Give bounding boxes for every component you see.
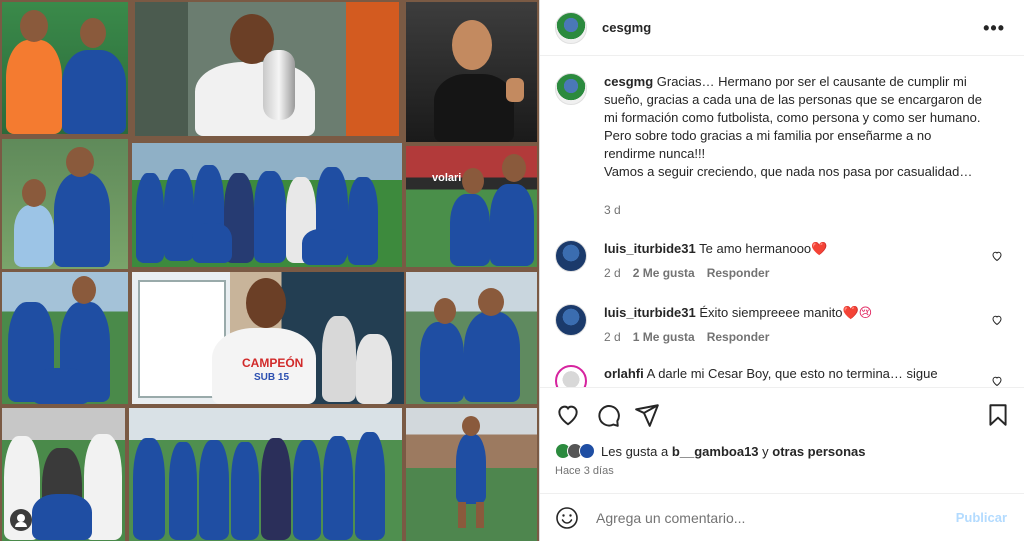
comments-section[interactable]: cesgmg Gracias… Hermano por ser el causa…	[540, 57, 1024, 387]
comment-bubble-icon[interactable]	[595, 402, 621, 428]
photo-tile	[135, 2, 399, 136]
caption-meta: 3 d	[604, 203, 621, 217]
banner-text: volari	[432, 172, 462, 184]
shirt-subtext: SUB 15	[254, 372, 290, 383]
likes-others[interactable]: otras personas	[772, 444, 865, 459]
caption-body: cesgmg Gracias… Hermano por ser el causa…	[604, 73, 984, 181]
post-image-collage[interactable]: volari CAMPEÓN SUB 15	[0, 0, 539, 541]
photo-tile	[132, 143, 402, 267]
comment-composer: Publicar	[540, 493, 1024, 541]
tagged-users-icon[interactable]	[10, 509, 32, 531]
caption-text-3: Vamos a seguir creciendo, que nada nos p…	[604, 164, 973, 179]
comment-username[interactable]: luis_iturbide31	[604, 241, 696, 256]
photo-tile: CAMPEÓN SUB 15	[132, 272, 404, 404]
comment-text: Éxito siempreeee manito	[699, 305, 843, 320]
avatar	[579, 443, 595, 459]
avatar[interactable]	[555, 240, 587, 272]
likes-middle: y	[758, 443, 773, 459]
photo-tile	[2, 272, 128, 404]
emoji-smile-icon[interactable]	[555, 506, 579, 530]
like-comment-heart-icon[interactable]	[991, 314, 1003, 326]
like-comment-heart-icon[interactable]	[991, 375, 1003, 387]
photo-tile	[2, 2, 128, 134]
comment-body: luis_iturbide31 Éxito siempreeee manito❤…	[604, 304, 974, 322]
comment-username[interactable]: luis_iturbide31	[604, 305, 696, 320]
avatar[interactable]	[555, 304, 587, 336]
comment-text: A darle mi Cesar Boy, que esto no termin…	[646, 366, 938, 381]
reply-button[interactable]: Responder	[707, 330, 770, 344]
more-dots-icon[interactable]: •••	[983, 18, 1005, 39]
comment-emoji: ❤️	[811, 241, 828, 256]
photo-tile	[406, 2, 537, 142]
post-header: cesgmg •••	[540, 0, 1024, 56]
caption-username[interactable]: cesgmg	[604, 74, 653, 89]
photo-tile	[406, 272, 537, 404]
comment-input[interactable]	[596, 506, 946, 530]
comment-meta: 2 d 1 Me gusta Responder	[604, 330, 769, 344]
comment-body: orlahfi A darle mi Cesar Boy, que esto n…	[604, 365, 974, 383]
caption-text-2: Pero sobre todo gracias a mi familia por…	[604, 128, 932, 161]
photo-tile: volari	[406, 146, 537, 267]
instagram-post-modal: volari CAMPEÓN SUB 15 cesgmg ••• cesgmg …	[0, 0, 1024, 541]
post-timestamp[interactable]: Hace 3 días	[555, 465, 614, 477]
photo-tile	[2, 139, 128, 269]
comment-emoji: ❤️😢	[842, 305, 873, 320]
comment-age[interactable]: 2 d	[604, 266, 621, 280]
photo-tile	[406, 408, 537, 541]
like-comment-heart-icon[interactable]	[991, 250, 1003, 262]
avatar[interactable]	[555, 12, 587, 44]
comment-body: luis_iturbide31 Te amo hermanooo❤️	[604, 240, 974, 258]
photo-tile	[129, 408, 402, 541]
comment-text: Te amo hermanooo	[699, 241, 812, 256]
post-author-username[interactable]: cesgmg	[602, 20, 651, 35]
share-send-icon[interactable]	[634, 402, 660, 428]
comment-likes[interactable]: 1 Me gusta	[633, 330, 695, 344]
shirt-text: CAMPEÓN	[242, 356, 304, 370]
comment-meta: 2 d 2 Me gusta Responder	[604, 266, 769, 280]
likes-user[interactable]: b__gamboa13	[672, 444, 759, 459]
caption-age[interactable]: 3 d	[604, 203, 621, 217]
comment-username[interactable]: orlahfi	[604, 366, 644, 381]
avatar[interactable]	[555, 73, 587, 105]
comment-age[interactable]: 2 d	[604, 330, 621, 344]
save-bookmark-icon[interactable]	[985, 402, 1011, 428]
post-details-panel: cesgmg ••• cesgmg Gracias… Hermano por s…	[539, 0, 1024, 541]
likes-text: Les gusta a b__gamboa13 y otras personas	[601, 444, 865, 459]
likes-prefix: Les gusta a	[601, 443, 672, 459]
post-actions: Les gusta a b__gamboa13 y otras personas…	[540, 387, 1024, 507]
reply-button[interactable]: Responder	[707, 266, 770, 280]
avatar[interactable]	[555, 365, 587, 387]
caption-text: Gracias… Hermano por ser el causante de …	[604, 74, 982, 125]
publish-button[interactable]: Publicar	[956, 510, 1007, 525]
like-heart-icon[interactable]	[555, 402, 581, 428]
likes-summary: Les gusta a b__gamboa13 y otras personas	[555, 443, 865, 459]
comment-likes[interactable]: 2 Me gusta	[633, 266, 695, 280]
